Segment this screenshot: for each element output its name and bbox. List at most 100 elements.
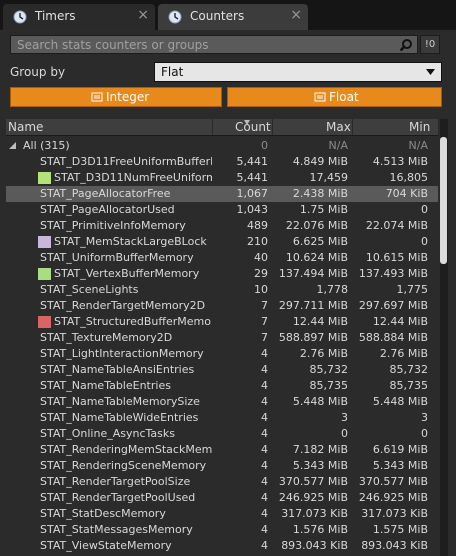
table-row[interactable]: STAT_RenderingSceneMemory 4 5.343 MiB 5.343…	[6, 458, 438, 474]
group-by-dropdown[interactable]: Flat	[154, 62, 442, 82]
float-label: Float	[329, 90, 359, 104]
group-row[interactable]: All (315) 0 N/A N/A	[6, 138, 438, 154]
counter-max: 317.073 KiB	[281, 507, 348, 520]
counter-max: 370.577 MiB	[278, 475, 348, 488]
column-divider[interactable]	[212, 119, 213, 135]
column-max-header[interactable]: Max	[326, 120, 351, 134]
column-min-header[interactable]: Min	[409, 120, 430, 134]
counter-max: 0	[341, 427, 348, 440]
scrollbar-thumb[interactable]	[440, 137, 447, 264]
counter-min: 370.577 MiB	[358, 475, 428, 488]
table-row[interactable]: STAT_StatMessagesMemory 4 1.576 MiB 1.575 M…	[6, 522, 438, 538]
close-icon[interactable]: ×	[290, 7, 302, 23]
counter-max: 12.44 MiB	[292, 315, 348, 328]
counter-max: 5.343 MiB	[292, 459, 348, 472]
counter-min: 4.513 MiB	[372, 155, 428, 168]
counter-name: STAT_SceneLights	[40, 283, 139, 296]
clock-icon	[168, 10, 182, 24]
counter-min: 10.615 MiB	[365, 251, 428, 264]
tab-bar: Timers × Counters ×	[0, 0, 456, 30]
counter-count: 4	[261, 395, 268, 408]
counter-count: 7	[261, 315, 268, 328]
close-icon[interactable]: ×	[137, 7, 149, 23]
counter-count: 4	[261, 427, 268, 440]
table-row[interactable]: STAT_PageAllocatorUsed 1,043 1.75 MiB 0	[6, 202, 438, 218]
counter-max: 588.897 MiB	[278, 331, 348, 344]
counter-count: 29	[254, 267, 268, 280]
counter-min: 85,735	[389, 379, 429, 392]
table-row[interactable]: STAT_VertexBufferMemory 29 137.494 MiB 137.…	[6, 266, 438, 282]
table-row[interactable]: STAT_NameTableWideEntries 4 3 3	[6, 410, 438, 426]
series-color-swatch	[38, 316, 51, 328]
table-row[interactable]: STAT_UniformBufferMemory 40 10.624 MiB 10.6…	[6, 250, 438, 266]
counter-name: STAT_MemStackLargeBLock	[54, 235, 207, 248]
table-row[interactable]: STAT_NameTableAnsiEntries 4 85,732 85,732	[6, 362, 438, 378]
table-row[interactable]: STAT_MemStackLargeBLock 210 6.625 MiB 0	[6, 234, 438, 250]
expand-arrow-icon[interactable]	[9, 142, 16, 149]
table-row[interactable]: STAT_PageAllocatorFree 1,067 2.438 MiB 704 …	[6, 186, 438, 202]
table-row[interactable]: STAT_RenderTargetPoolSize 4 370.577 MiB 370…	[6, 474, 438, 490]
table-row[interactable]: STAT_RenderTargetMemory2D 7 297.711 MiB 297…	[6, 298, 438, 314]
counter-min: 2.76 MiB	[379, 347, 428, 360]
table-row[interactable]: STAT_RenderingMemStackMemor 4 7.182 MiB 6.6…	[6, 442, 438, 458]
counter-name: STAT_RenderingMemStackMemor	[40, 443, 212, 456]
table-row[interactable]: STAT_StructuredBufferMemory 7 12.44 MiB 12.…	[6, 314, 438, 330]
counter-name: STAT_PageAllocatorFree	[40, 187, 171, 200]
counter-name: STAT_RenderTargetPoolSize	[40, 475, 191, 488]
table-row[interactable]: STAT_Online_AsyncTasks 4 0 0	[6, 426, 438, 442]
tab-timers-label: Timers	[35, 9, 76, 23]
counter-name: STAT_RenderTargetMemory2D	[40, 299, 206, 312]
counter-count: 40	[254, 251, 268, 264]
table-row[interactable]: STAT_LightInteractionMemory 4 2.76 MiB 2.76…	[6, 346, 438, 362]
counter-name: STAT_Online_AsyncTasks	[40, 427, 175, 440]
counter-name: STAT_NameTableMemorySize	[40, 395, 200, 408]
counter-name: STAT_StatMessagesMemory	[40, 523, 193, 536]
tab-timers[interactable]: Timers ×	[3, 4, 155, 30]
table-header: Name Count Max Min	[6, 119, 438, 136]
counter-min: 16,805	[389, 171, 429, 184]
counter-name: STAT_VertexBufferMemory	[54, 267, 200, 280]
tab-counters[interactable]: Counters ×	[158, 4, 308, 30]
column-name-header[interactable]: Name	[8, 120, 43, 134]
counter-name: STAT_ViewStateMemory	[40, 539, 172, 552]
table-row[interactable]: STAT_StatDescMemory 4 317.073 KiB 317.073 K…	[6, 506, 438, 522]
counter-min: 3	[421, 411, 428, 424]
table-row[interactable]: STAT_ViewStateMemory 4 893.043 KiB 893.043 …	[6, 538, 438, 554]
integer-button[interactable]: Integer	[10, 87, 222, 107]
counter-max: 1.75 MiB	[299, 203, 348, 216]
counter-count: 4	[261, 507, 268, 520]
counter-max: 297.711 MiB	[278, 299, 348, 312]
column-divider[interactable]	[272, 119, 273, 135]
column-count-header[interactable]: Count	[235, 120, 271, 134]
table-row[interactable]: STAT_NameTableEntries 4 85,735 85,735	[6, 378, 438, 394]
table-row[interactable]: STAT_NameTableMemorySize 4 5.448 MiB 5.448 …	[6, 394, 438, 410]
counter-max: 17,459	[309, 171, 349, 184]
table-row[interactable]: STAT_D3D11NumFreeUniformB 5,441 17,459 16,8…	[6, 170, 438, 186]
table-row[interactable]: STAT_RenderTargetPoolUsed 4 246.925 MiB 246…	[6, 490, 438, 506]
counter-name: STAT_TextureMemory2D	[40, 331, 173, 344]
counter-count: 210	[247, 235, 268, 248]
chevron-down-icon	[426, 69, 435, 75]
search-placeholder: Search stats counters or groups	[17, 38, 209, 52]
group-by-value: Flat	[161, 65, 184, 79]
counter-count: 7	[261, 299, 268, 312]
counter-max: 22.076 MiB	[285, 219, 348, 232]
counter-min: 588.884 MiB	[358, 331, 428, 344]
reset-filter-button[interactable]: !0	[420, 35, 440, 54]
counter-max: 10.624 MiB	[285, 251, 348, 264]
table-row[interactable]: STAT_PrimitiveInfoMemory 489 22.076 MiB 22.…	[6, 218, 438, 234]
float-button[interactable]: Float	[227, 87, 442, 107]
counter-name: STAT_RenderingSceneMemory	[40, 459, 207, 472]
table-row[interactable]: STAT_SceneLights 10 1,778 1,775	[6, 282, 438, 298]
counter-max: 85,735	[309, 379, 349, 392]
column-divider[interactable]	[352, 119, 353, 135]
counter-count: 10	[254, 283, 268, 296]
counter-count: 4	[261, 363, 268, 376]
search-icon[interactable]	[399, 38, 413, 52]
counter-name: STAT_D3D11NumFreeUniformB	[54, 171, 212, 184]
counter-min: 85,732	[389, 363, 429, 376]
table-row[interactable]: STAT_TextureMemory2D 7 588.897 MiB 588.884 …	[6, 330, 438, 346]
table-row[interactable]: STAT_D3D11FreeUniformBufferMe 5,441 4.849 …	[6, 154, 438, 170]
search-input[interactable]: Search stats counters or groups	[10, 35, 418, 54]
counter-max: 2.76 MiB	[299, 347, 348, 360]
